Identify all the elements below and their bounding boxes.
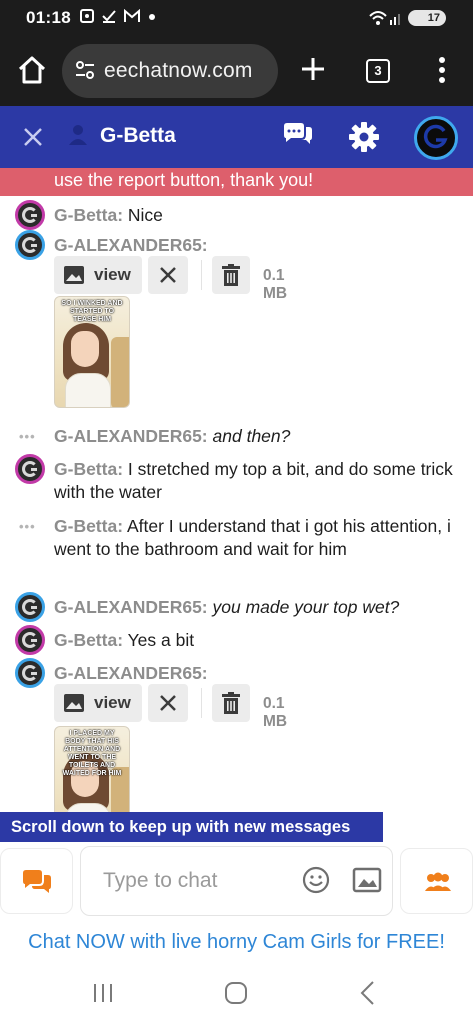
notification-icons <box>80 8 156 24</box>
chat-bubbles-icon[interactable] <box>282 122 314 152</box>
view-label: view <box>94 265 131 284</box>
recents-icon[interactable] <box>92 982 114 1004</box>
avatar[interactable] <box>15 592 45 622</box>
user-icon <box>69 125 87 145</box>
username[interactable]: G-ALEXANDER65: <box>54 235 208 255</box>
g-logo-icon <box>22 207 38 223</box>
tabs-icon[interactable]: 3 <box>366 59 390 83</box>
dot-icon <box>148 14 155 20</box>
url-text: eechatnow.com <box>104 59 253 82</box>
image-icon <box>64 694 84 712</box>
username[interactable]: G-Betta: <box>54 630 123 650</box>
file-size: 0.1 MB <box>263 695 288 730</box>
message-text: and then? <box>212 426 291 446</box>
g-logo-icon <box>423 124 448 149</box>
gmail-icon <box>123 8 140 22</box>
username[interactable]: G-ALEXANDER65: <box>54 597 208 617</box>
check-icon <box>102 10 116 23</box>
g-logo-icon <box>22 237 38 253</box>
username[interactable]: G-Betta: <box>54 516 123 536</box>
file-size: 0.1 MB <box>263 267 288 302</box>
divider <box>201 260 202 290</box>
more-vert-icon[interactable] <box>432 56 452 84</box>
users-icon <box>425 872 451 891</box>
plus-icon[interactable] <box>300 56 326 82</box>
report-banner: use the report button, thank you! <box>0 168 473 196</box>
gear-icon[interactable] <box>348 121 380 153</box>
scroll-down-notice[interactable]: Scroll down to keep up with new messages <box>0 812 383 842</box>
trash-icon <box>222 264 240 286</box>
message-text: you made your top wet? <box>212 597 400 617</box>
g-logo-icon <box>22 599 38 615</box>
chat-bubbles-icon <box>23 870 51 893</box>
close-icon[interactable] <box>22 126 44 148</box>
more-dots-icon: ••• <box>19 429 36 444</box>
home-icon[interactable] <box>16 54 48 86</box>
username[interactable]: G-Betta: <box>54 459 123 479</box>
close-icon <box>160 267 176 283</box>
image-thumbnail[interactable]: I PLACED MY BODY THAT HIS ATTENTION AND … <box>54 726 130 814</box>
divider <box>201 688 202 718</box>
status-time: 01:18 <box>26 8 71 27</box>
users-button[interactable] <box>400 848 473 914</box>
android-nav-bar <box>0 962 473 1024</box>
message-text: Yes a bit <box>127 630 195 650</box>
back-icon[interactable] <box>358 980 378 1006</box>
status-bar: 01:18 17 <box>0 0 473 36</box>
chat-title: G-Betta <box>100 124 176 147</box>
site-settings-icon[interactable] <box>74 59 96 81</box>
image-thumbnail[interactable]: SO I WINKED AND STARTED TO TEASE HIM <box>54 296 130 408</box>
chat-input-bar <box>0 842 473 920</box>
avatar[interactable] <box>15 230 45 260</box>
home-nav-icon[interactable] <box>224 981 248 1005</box>
delete-button[interactable] <box>212 684 250 722</box>
chat-menu-button[interactable] <box>0 848 73 914</box>
more-dots-icon: ••• <box>19 519 36 534</box>
image-caption: I PLACED MY BODY THAT HIS ATTENTION AND … <box>62 730 122 777</box>
close-attachment-button[interactable] <box>148 256 188 294</box>
promo-link[interactable]: Chat NOW with live horny Cam Girls for F… <box>0 924 473 960</box>
delete-button[interactable] <box>212 256 250 294</box>
close-icon <box>160 695 176 711</box>
browser-toolbar: eechatnow.com 3 <box>0 36 473 106</box>
avatar[interactable] <box>15 200 45 230</box>
close-attachment-button[interactable] <box>148 684 188 722</box>
image-upload-icon[interactable] <box>352 866 382 894</box>
avatar[interactable] <box>15 658 45 688</box>
view-button[interactable]: view <box>54 684 142 722</box>
username[interactable]: G-ALEXANDER65: <box>54 426 208 446</box>
avatar[interactable] <box>15 625 45 655</box>
g-logo-icon <box>22 632 38 648</box>
image-caption: SO I WINKED AND STARTED TO TEASE HIM <box>61 300 123 323</box>
emoji-icon[interactable] <box>302 866 330 894</box>
trash-icon <box>222 692 240 714</box>
battery-icon: 17 <box>408 10 446 26</box>
g-logo-icon <box>22 461 38 477</box>
avatar[interactable] <box>15 454 45 484</box>
username[interactable]: G-ALEXANDER65: <box>54 663 208 683</box>
screenshot-icon <box>80 9 94 23</box>
chat-input[interactable] <box>80 846 393 916</box>
address-bar[interactable]: eechatnow.com <box>62 44 278 98</box>
avatar[interactable] <box>414 116 458 160</box>
wifi-signal-icon <box>369 11 400 25</box>
g-logo-icon <box>22 665 38 681</box>
image-icon <box>64 266 84 284</box>
message-list[interactable]: G-Betta: Nice G-ALEXANDER65: view 0.1 MB… <box>0 196 473 814</box>
chat-header: G-Betta <box>0 106 473 168</box>
username[interactable]: G-Betta: <box>54 205 123 225</box>
view-button[interactable]: view <box>54 256 142 294</box>
message-text: Nice <box>127 205 163 225</box>
view-label: view <box>94 693 131 712</box>
